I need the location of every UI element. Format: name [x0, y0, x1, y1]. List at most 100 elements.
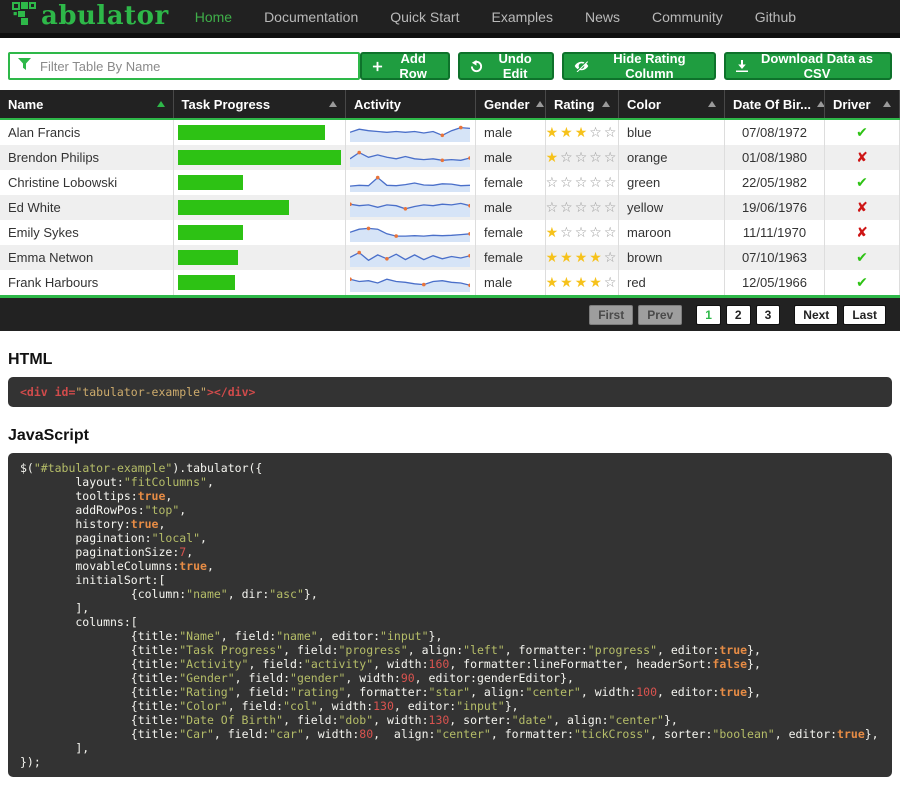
driver-cell[interactable]: ✔	[825, 120, 900, 145]
column-header-name[interactable]: Name	[0, 90, 174, 118]
color-cell[interactable]: yellow	[619, 195, 725, 220]
name-cell[interactable]: Christine Lobowski	[0, 170, 174, 195]
column-header-gender[interactable]: Gender	[476, 90, 546, 118]
gender-cell[interactable]: female	[476, 245, 546, 270]
filter-input[interactable]	[38, 58, 350, 75]
dob-cell[interactable]: 07/08/1972	[725, 120, 825, 145]
rating-cell[interactable]: ★☆☆☆☆	[546, 145, 619, 170]
tabulator-logo-icon	[12, 2, 38, 31]
table-row[interactable]: Brendon Philips male★☆☆☆☆orange01/08/1980…	[0, 145, 900, 170]
rating-cell[interactable]: ★★★☆☆	[546, 120, 619, 145]
gender-cell[interactable]: female	[476, 170, 546, 195]
name-cell[interactable]: Alan Francis	[0, 120, 174, 145]
rating-cell[interactable]: ★★★★☆	[546, 245, 619, 270]
column-header-driver[interactable]: Driver	[825, 90, 900, 118]
color-cell[interactable]: orange	[619, 145, 725, 170]
column-header-label: Driver	[833, 97, 871, 112]
page-button-next[interactable]: Next	[794, 305, 838, 325]
color-cell[interactable]: blue	[619, 120, 725, 145]
dob-cell[interactable]: 12/05/1966	[725, 270, 825, 295]
gender-cell[interactable]: male	[476, 270, 546, 295]
color-cell[interactable]: green	[619, 170, 725, 195]
table-row[interactable]: Christine Lobowski female☆☆☆☆☆green22/05/…	[0, 170, 900, 195]
progress-cell[interactable]	[174, 120, 347, 145]
color-cell[interactable]: maroon	[619, 220, 725, 245]
page-button-1[interactable]: 1	[696, 305, 721, 325]
table-footer: FirstPrev123NextLast	[0, 298, 900, 331]
progress-cell[interactable]	[174, 220, 347, 245]
gender-cell[interactable]: female	[476, 220, 546, 245]
progress-cell[interactable]	[174, 195, 347, 220]
page-button-last[interactable]: Last	[843, 305, 886, 325]
nav-item-home[interactable]: Home	[195, 9, 232, 25]
activity-cell[interactable]	[346, 120, 476, 145]
rating-cell[interactable]: ☆☆☆☆☆	[546, 195, 619, 220]
activity-cell[interactable]	[346, 195, 476, 220]
driver-cell[interactable]: ✘	[825, 195, 900, 220]
driver-cell[interactable]: ✔	[825, 170, 900, 195]
download-csv-button[interactable]: Download Data as CSV	[724, 52, 892, 80]
add-row-button[interactable]: Add Row	[360, 52, 450, 80]
table-row[interactable]: Ed White male☆☆☆☆☆yellow19/06/1976✘	[0, 195, 900, 220]
color-cell[interactable]: red	[619, 270, 725, 295]
color-cell[interactable]: brown	[619, 245, 725, 270]
activity-cell[interactable]	[346, 145, 476, 170]
dob-cell[interactable]: 22/05/1982	[725, 170, 825, 195]
activity-cell[interactable]	[346, 245, 476, 270]
rating-cell[interactable]: ★☆☆☆☆	[546, 220, 619, 245]
name-cell[interactable]: Frank Harbours	[0, 270, 174, 295]
progress-cell[interactable]	[174, 245, 347, 270]
name-cell[interactable]: Emily Sykes	[0, 220, 174, 245]
nav-item-documentation[interactable]: Documentation	[264, 9, 358, 25]
table-row[interactable]: Emily Sykes female★☆☆☆☆maroon11/11/1970 ✘	[0, 220, 900, 245]
progress-cell[interactable]	[174, 145, 347, 170]
star-rating: ★★★★☆	[546, 251, 618, 265]
gender-cell[interactable]: male	[476, 195, 546, 220]
driver-cell[interactable]: ✘	[825, 145, 900, 170]
dob-cell[interactable]: 19/06/1976	[725, 195, 825, 220]
column-header-activity[interactable]: Activity	[346, 90, 476, 118]
progress-cell[interactable]	[174, 170, 347, 195]
dob-cell[interactable]: 07/10/1963	[725, 245, 825, 270]
column-header-color[interactable]: Color	[619, 90, 725, 118]
nav-items: Home Documentation Quick Start Examples News…	[195, 9, 796, 25]
page-button-2[interactable]: 2	[726, 305, 751, 325]
column-header-rating[interactable]: Rating	[546, 90, 619, 118]
dob-cell[interactable]: 11/11/1970	[725, 220, 825, 245]
nav-item-github[interactable]: Github	[755, 9, 796, 25]
progress-cell[interactable]	[174, 270, 347, 295]
column-header-task-progress[interactable]: Task Progress	[174, 90, 347, 118]
hide-rating-column-button[interactable]: Hide Rating Column	[562, 52, 716, 80]
table-row[interactable]: Emma Netwon female★★★★☆brown07/10/1963✔	[0, 245, 900, 270]
rating-cell[interactable]: ★★★★☆	[546, 270, 619, 295]
driver-cell[interactable]: ✔	[825, 245, 900, 270]
undo-edit-button[interactable]: Undo Edit	[458, 52, 554, 80]
table-row[interactable]: Alan Francis male★★★☆☆blue07/08/1972✔	[0, 120, 900, 145]
nav-item-community[interactable]: Community	[652, 9, 723, 25]
activity-cell[interactable]	[346, 270, 476, 295]
name-cell[interactable]: Ed White	[0, 195, 174, 220]
dob-cell[interactable]: 01/08/1980	[725, 145, 825, 170]
gender-cell[interactable]: male	[476, 120, 546, 145]
nav-item-news[interactable]: News	[585, 9, 620, 25]
cross-icon: ✘	[856, 225, 868, 241]
tabulator-logo[interactable]: abulator	[12, 2, 169, 31]
table-row[interactable]: Frank Harbours male★★★★☆red12/05/1966✔	[0, 270, 900, 295]
rating-cell[interactable]: ☆☆☆☆☆	[546, 170, 619, 195]
name-cell[interactable]: Brendon Philips	[0, 145, 174, 170]
name-cell[interactable]: Emma Netwon	[0, 245, 174, 270]
column-header-label: Activity	[354, 97, 401, 112]
column-header-label: Color	[627, 97, 661, 112]
driver-cell[interactable]: ✔	[825, 270, 900, 295]
sort-arrow-icon	[157, 101, 165, 107]
activity-cell[interactable]	[346, 170, 476, 195]
activity-cell[interactable]	[346, 220, 476, 245]
column-header-date-of-bir[interactable]: Date Of Bir...	[725, 90, 825, 118]
nav-item-examples[interactable]: Examples	[491, 9, 552, 25]
gender-cell[interactable]: male	[476, 145, 546, 170]
tick-icon: ✔	[856, 175, 868, 191]
nav-item-quick-start[interactable]: Quick Start	[390, 9, 459, 25]
undo-icon	[470, 60, 483, 73]
page-button-3[interactable]: 3	[756, 305, 781, 325]
driver-cell[interactable]: ✘	[825, 220, 900, 245]
